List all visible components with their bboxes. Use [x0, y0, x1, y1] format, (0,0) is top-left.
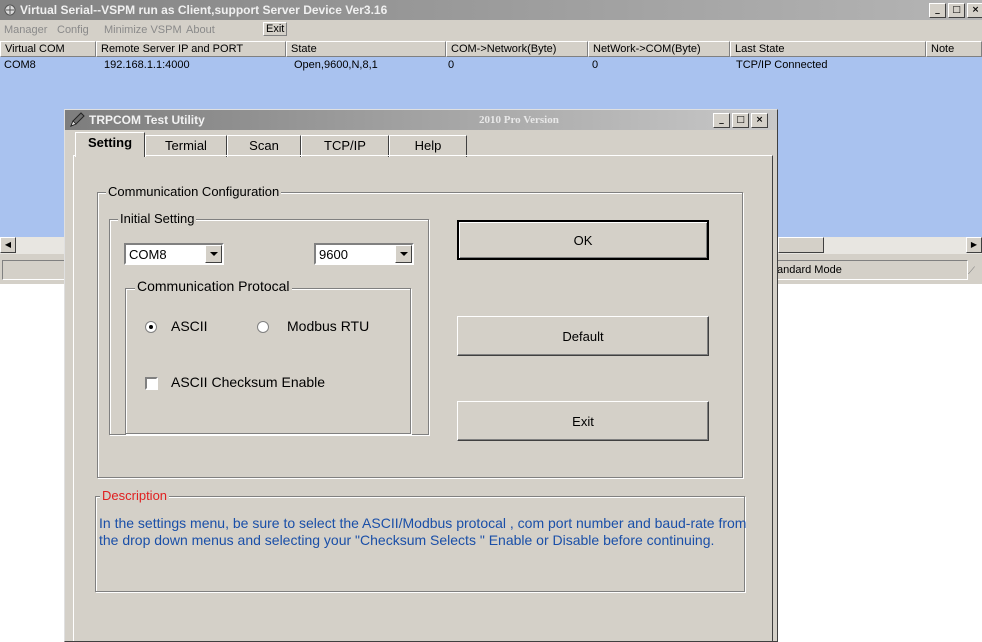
chevron-down-icon[interactable]: [395, 245, 412, 263]
communication-configuration-label: Communication Configuration: [106, 184, 282, 199]
scroll-left-icon[interactable]: ◀: [0, 237, 16, 253]
menu-exit[interactable]: Exit: [263, 22, 288, 36]
trpcom-version: 2010 Pro Version: [479, 114, 559, 126]
modbus-rtu-radio[interactable]: [257, 321, 269, 333]
vspm-titlebar[interactable]: Virtual Serial--VSPM run as Client,suppo…: [0, 0, 982, 20]
communication-protocal-group: [125, 288, 411, 434]
maximize-icon[interactable]: □: [732, 113, 749, 128]
menu-minimize-vspm[interactable]: Minimize VSPM: [104, 24, 182, 36]
col-virtual-com[interactable]: Virtual COM: [0, 41, 96, 57]
chevron-down-icon[interactable]: [205, 245, 222, 263]
col-remote-server[interactable]: Remote Server IP and PORT: [96, 41, 286, 57]
cell-virtual-com: COM8: [4, 59, 36, 71]
cell-last-state: TCP/IP Connected: [736, 59, 828, 71]
tab-termial[interactable]: Termial: [145, 135, 227, 157]
minimize-icon[interactable]: _: [713, 113, 730, 128]
menu-config[interactable]: Config: [57, 24, 89, 36]
baud-rate-select[interactable]: 9600: [314, 243, 414, 265]
status-mode: andard Mode: [777, 264, 842, 276]
col-last-state[interactable]: Last State: [730, 41, 926, 57]
col-state[interactable]: State: [286, 41, 446, 57]
scroll-right-icon[interactable]: ▶: [966, 237, 982, 253]
ascii-checksum-label[interactable]: ASCII Checksum Enable: [171, 374, 325, 390]
tab-help[interactable]: Help: [389, 135, 467, 157]
description-label: Description: [100, 488, 170, 503]
pencil-icon: [70, 112, 85, 127]
modbus-rtu-label[interactable]: Modbus RTU: [287, 318, 369, 334]
trpcom-window-controls: _ □ ×: [713, 113, 768, 128]
menu-about[interactable]: About: [186, 24, 215, 36]
ascii-radio[interactable]: [145, 321, 157, 333]
trpcom-title: TRPCOM Test Utility: [89, 113, 205, 127]
col-network-to-com[interactable]: NetWork->COM(Byte): [588, 41, 730, 57]
tab-tcpip[interactable]: TCP/IP: [301, 135, 389, 157]
col-com-to-network[interactable]: COM->Network(Byte): [446, 41, 588, 57]
resize-grip-icon[interactable]: ⟋: [968, 266, 975, 277]
cell-remote-server: 192.168.1.1:4000: [104, 59, 190, 71]
cell-network-to-com: 0: [592, 59, 599, 71]
ok-button[interactable]: OK: [457, 220, 709, 260]
scroll-thumb[interactable]: [778, 237, 824, 253]
description-text: In the settings menu, be sure to select …: [99, 515, 747, 548]
default-button[interactable]: Default: [457, 316, 709, 356]
cell-state: Open,9600,N,8,1: [294, 59, 378, 71]
baud-rate-value: 9600: [319, 247, 348, 262]
cell-com-to-network: 0: [448, 59, 455, 71]
protocol-group-label: Communication Protocal: [135, 278, 292, 294]
vspm-app-icon: [4, 4, 16, 16]
vspm-menubar: Manager Config Minimize VSPM About Exit: [0, 22, 982, 40]
tab-scan[interactable]: Scan: [227, 135, 301, 157]
vspm-title: Virtual Serial--VSPM run as Client,suppo…: [20, 3, 388, 17]
list-header: Virtual COM Remote Server IP and PORT St…: [0, 41, 982, 57]
close-icon[interactable]: ×: [967, 3, 982, 18]
ascii-checksum-checkbox[interactable]: [145, 377, 158, 390]
initial-setting-label: Initial Setting: [118, 211, 197, 226]
ascii-label[interactable]: ASCII: [171, 318, 208, 334]
vspm-window-controls: _ □ ×: [929, 3, 982, 18]
minimize-icon[interactable]: _: [929, 3, 946, 18]
close-icon[interactable]: ×: [751, 113, 768, 128]
trpcom-window: TRPCOM Test Utility 2010 Pro Version _ □…: [64, 109, 778, 642]
status-pane-right: andard Mode: [776, 260, 968, 280]
tab-setting[interactable]: Setting: [75, 132, 145, 157]
col-note[interactable]: Note: [926, 41, 982, 57]
com-port-value: COM8: [129, 247, 167, 262]
menu-manager[interactable]: Manager: [4, 24, 47, 36]
com-port-select[interactable]: COM8: [124, 243, 224, 265]
trpcom-titlebar[interactable]: TRPCOM Test Utility 2010 Pro Version _ □…: [65, 110, 777, 130]
maximize-icon[interactable]: □: [948, 3, 965, 18]
exit-button[interactable]: Exit: [457, 401, 709, 441]
